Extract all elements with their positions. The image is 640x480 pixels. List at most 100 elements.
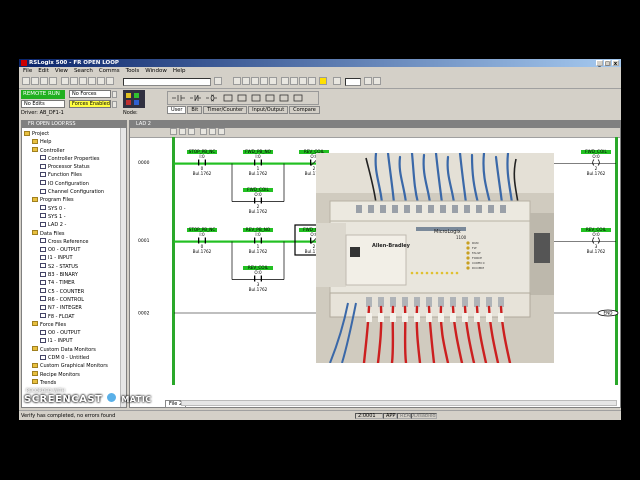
tree-item[interactable]: B3 - BINARY xyxy=(22,271,126,279)
rung-cancel-icon[interactable] xyxy=(218,128,225,135)
tab-compare[interactable]: Compare xyxy=(289,106,320,114)
tree-item[interactable]: SYS 1 - xyxy=(22,213,126,221)
tree-item[interactable]: SYS 0 - xyxy=(22,205,126,213)
tree-item[interactable]: Custom Data Monitors xyxy=(22,346,126,354)
mode-dropdown-icon[interactable] xyxy=(112,91,117,98)
tree-item[interactable]: Controller Properties xyxy=(22,155,126,163)
rung-accept-icon[interactable] xyxy=(209,128,216,135)
menu-view[interactable]: View xyxy=(55,67,68,75)
ladder-hscrollbar[interactable] xyxy=(181,400,617,406)
tree-item[interactable]: Recipe Monitors xyxy=(22,371,126,379)
go-back-icon[interactable] xyxy=(364,77,372,85)
tree-item-label: N7 - INTEGER xyxy=(48,305,82,312)
tree-item[interactable]: I1 - INPUT xyxy=(22,254,126,262)
tab-input-output[interactable]: Input/Output xyxy=(248,106,289,114)
tree-item[interactable]: F8 - FLOAT xyxy=(22,313,126,321)
tree-item[interactable]: Data Files xyxy=(22,230,126,238)
tree-item[interactable]: Force Files xyxy=(22,321,126,329)
tree-item[interactable]: Project xyxy=(22,130,126,138)
menu-comms[interactable]: Comms xyxy=(99,67,120,75)
test-icon[interactable] xyxy=(269,77,277,85)
zoom-in-icon[interactable] xyxy=(281,77,289,85)
status-message: Verify has completed, no errors found xyxy=(21,413,116,419)
tree-item[interactable]: Help xyxy=(22,138,126,146)
watermark-brand: SCREENCAST xyxy=(24,394,103,405)
tab-bit[interactable]: Bit xyxy=(187,106,203,114)
new-icon[interactable] xyxy=(22,77,30,85)
save-icon[interactable] xyxy=(40,77,48,85)
nav-prev-icon[interactable] xyxy=(333,77,341,85)
copy-icon[interactable] xyxy=(70,77,78,85)
monitor-icon[interactable] xyxy=(233,77,241,85)
tab-timer-counter[interactable]: Timer/Counter xyxy=(203,106,248,114)
tree-item-label: SYS 0 - xyxy=(48,205,66,212)
tree-item[interactable]: Controller xyxy=(22,147,126,155)
tree-item[interactable]: S2 - STATUS xyxy=(22,263,126,271)
close-button[interactable]: x xyxy=(612,60,619,67)
contact-right-bar xyxy=(260,159,262,166)
file-icon xyxy=(40,213,46,219)
tree-item[interactable]: Custom Graphical Monitors xyxy=(22,362,126,370)
project-scrollbar[interactable] xyxy=(120,128,126,407)
tree-item[interactable]: Processor Status xyxy=(22,163,126,171)
menu-help[interactable]: Help xyxy=(173,67,186,75)
tree-item[interactable]: R6 - CONTROL xyxy=(22,296,126,304)
tab-user[interactable]: User xyxy=(167,106,187,114)
contact-module: Bul.1762 xyxy=(193,249,212,254)
tree-item-label: F8 - FLOAT xyxy=(48,313,75,320)
end-label: END xyxy=(603,311,612,316)
tree-item[interactable]: C5 - COUNTER xyxy=(22,288,126,296)
tree-item[interactable]: LAD 2 - xyxy=(22,221,126,229)
processor-mode[interactable]: REMOTE RUN xyxy=(21,90,65,99)
rung-next-icon[interactable] xyxy=(188,128,195,135)
file-icon xyxy=(40,271,46,277)
project-tree: Project Help Controller Controller Properti… xyxy=(22,130,126,387)
zoom-out-icon[interactable] xyxy=(290,77,298,85)
go-forward-icon[interactable] xyxy=(373,77,381,85)
forces-dropdown-icon[interactable] xyxy=(112,101,117,108)
rung-combo[interactable] xyxy=(345,78,361,86)
redo-icon[interactable] xyxy=(97,77,105,85)
tree-item[interactable]: Function Files xyxy=(22,171,126,179)
tree-item[interactable]: I1 - INPUT xyxy=(22,337,126,345)
tree-item[interactable]: Trends xyxy=(22,379,126,387)
contact-address: I:0 xyxy=(199,154,205,159)
rung-nav-icon[interactable] xyxy=(170,128,177,135)
rung-prev-icon[interactable] xyxy=(179,128,186,135)
watermark-logo-icon xyxy=(106,392,118,403)
tree-item[interactable]: O0 - OUTPUT xyxy=(22,246,126,254)
cut-icon[interactable] xyxy=(61,77,69,85)
file-icon xyxy=(40,221,46,227)
menu-window[interactable]: Window xyxy=(145,67,167,75)
tree-item-label: SYS 1 - xyxy=(48,213,66,220)
maximize-button[interactable]: □ xyxy=(604,60,611,67)
highlight-icon[interactable] xyxy=(319,77,327,85)
tree-item[interactable]: CDM 0 - Untitled xyxy=(22,354,126,362)
menu-search[interactable]: Search xyxy=(74,67,93,75)
rung-edit-icon[interactable] xyxy=(200,128,207,135)
verify-icon[interactable] xyxy=(106,77,114,85)
tree-item[interactable]: N7 - INTEGER xyxy=(22,304,126,312)
menu-tools[interactable]: Tools xyxy=(126,67,140,75)
upload-icon[interactable] xyxy=(242,77,250,85)
tree-item[interactable]: IO Configuration xyxy=(22,180,126,188)
undo-icon[interactable] xyxy=(88,77,96,85)
minimize-button[interactable]: _ xyxy=(596,60,603,67)
zoom-icon[interactable] xyxy=(299,77,307,85)
title-bar[interactable]: RSLogix 500 - FR OPEN LOOP _ □ x xyxy=(19,59,621,67)
tree-item[interactable]: T4 - TIMER xyxy=(22,279,126,287)
find-icon[interactable] xyxy=(214,77,222,85)
tree-item[interactable]: Program Files xyxy=(22,196,126,204)
open-icon[interactable] xyxy=(31,77,39,85)
tree-item[interactable]: O0 - OUTPUT xyxy=(22,329,126,337)
tree-item[interactable]: Cross Reference xyxy=(22,238,126,246)
compile-icon[interactable] xyxy=(260,77,268,85)
tree-item[interactable]: Channel Configuration xyxy=(22,188,126,196)
fit-icon[interactable] xyxy=(308,77,316,85)
paste-icon[interactable] xyxy=(79,77,87,85)
download-icon[interactable] xyxy=(251,77,259,85)
menu-edit[interactable]: Edit xyxy=(38,67,49,75)
menu-file[interactable]: File xyxy=(23,67,32,75)
print-icon[interactable] xyxy=(49,77,57,85)
search-combo[interactable] xyxy=(123,78,211,86)
